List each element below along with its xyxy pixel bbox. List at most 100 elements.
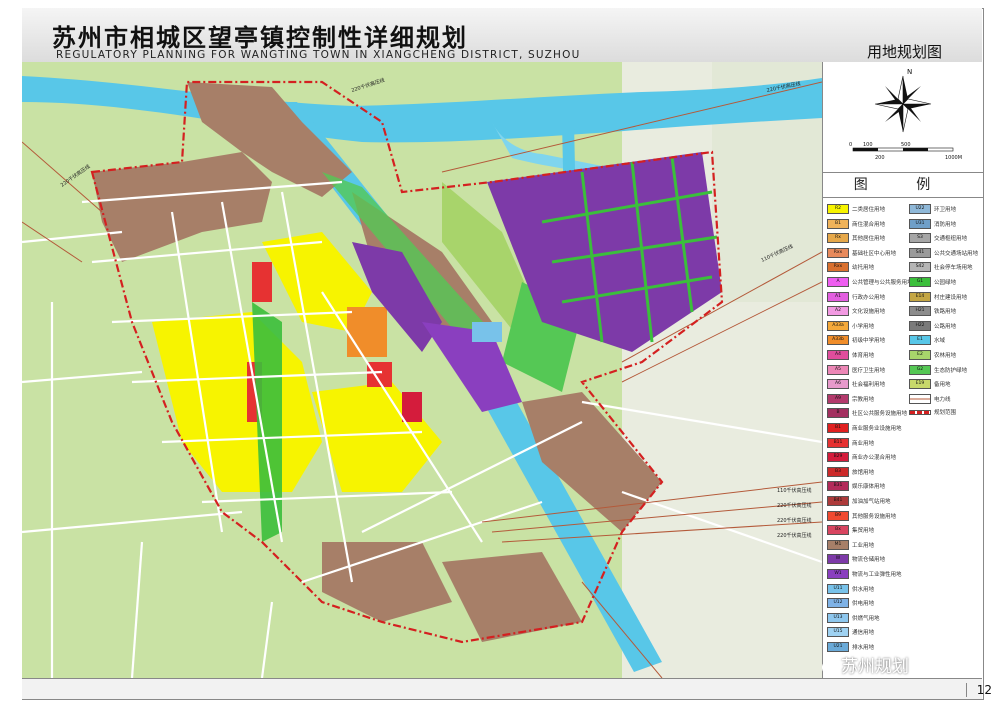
legend-swatch: B1 [827,218,849,229]
legend-item: Rxx 基础社区中心用地 [827,247,897,258]
legend-item: M1 工业用地 [827,539,875,550]
legend-item: B31 娱乐康体用地 [827,481,885,492]
legend-item: E14 村庄建设用地 [909,291,968,302]
legend-label: 公路用地 [934,323,957,330]
legend-item: Bx 集贸用地 [827,525,874,536]
legend-item: 电力线 [909,393,951,404]
legend-item: U11 供水用地 [827,583,875,594]
legend-label: 消防用地 [934,221,957,228]
commercial-strip [252,262,272,302]
scale-label-200: 200 [875,155,885,161]
legend-item: B29 商业办公混合用地 [827,452,896,463]
legend-item: B41 加油加气站用地 [827,496,891,506]
legend-item: G2 生态防护绿地 [909,364,968,375]
legend-item: A33a 小学用地 [827,320,874,331]
label-220kv-low3: 220千伏高压线 [777,532,812,539]
legend-item: A9 宗教用地 [827,393,875,404]
legend-swatch: S3 [909,233,931,244]
legend-item: A2 文化设施用地 [827,306,886,317]
legend-label: 商业用地 [852,440,875,447]
legend-label: 初级中学用地 [852,338,886,345]
compass-north-label: N [907,68,912,76]
legend-label: 文化设施用地 [852,309,886,316]
legend-label: 旅馆用地 [852,469,875,476]
scale-label-1000m: 1000M [945,155,962,161]
legend-swatch: S41 [909,247,931,258]
footer-bar [22,678,982,699]
legend-swatch: Bx [827,525,849,536]
legend-swatch: G2 [909,364,931,375]
legend-swatch: B41 [827,496,849,506]
legend-swatch: U12 [827,598,849,609]
land-use-map[interactable]: 220千伏高压线 220千伏高压线 220千伏高压线 110千伏高压线 110千… [22,62,822,678]
watermark: 苏州规划 [822,652,909,677]
legend-item: A5 医疗卫生用地 [827,364,886,375]
legend-swatch: E14 [909,291,931,302]
scale-bar: 0 100 500 200 1000M [849,142,962,161]
legend-swatch: E1 [909,335,931,346]
legend-swatch: A5 [827,364,849,375]
legend-swatch: U15 [827,627,849,638]
legend-label: 规划范围 [934,410,957,417]
legend-label: 其他服务设施用地 [852,513,897,520]
scale-label-100: 100 [863,142,873,148]
legend-label: 铁路用地 [934,309,957,316]
legend-label: 基础社区中心用地 [852,250,897,257]
legend-item: U15 通信用地 [827,627,874,638]
legend-item: W1 物流与工业弹性用地 [827,569,902,579]
legend-label: 环卫用地 [934,207,957,213]
legend-swatch: A4 [827,350,849,360]
legend-label: 物流仓储用地 [852,557,886,564]
legend-swatch: E2 [909,350,931,360]
legend-item: A4 体育用地 [827,350,874,360]
legend-item: B11 商业用地 [827,437,875,448]
legend-label: 电力线 [934,396,951,403]
legend-item: A6 社会福利用地 [827,379,886,390]
legend-swatch: E19 [909,379,931,390]
legend-label: 生态防护绿地 [934,367,968,374]
legend-swatch: G1 [909,277,931,287]
legend-label: 物流与工业弹性用地 [852,572,902,578]
legend-swatch: B1 [827,423,849,433]
legend-swatch: Rxx [827,247,849,258]
legend-swatch [909,393,931,404]
legend-label: 工业用地 [852,542,875,549]
label-110kv-low: 110千伏高压线 [777,487,812,494]
legend-swatch: A9 [827,393,849,404]
legend-label: 医疗卫生用地 [852,367,886,374]
legend-swatch: B3 [827,466,849,477]
legend-item: H21 铁路用地 [909,306,957,317]
legend-item: E1 水域 [909,335,945,346]
legend-swatch: B11 [827,437,849,448]
legend-item: U21 排水用地 [827,642,874,652]
scale-label-0: 0 [849,142,852,148]
legend-swatch: A [827,277,849,287]
legend-item: Rx 其他居住用地 [827,233,885,244]
legend-item: A1 行政办公用地 [827,291,885,302]
legend-swatch: B29 [827,452,849,463]
commercial-block-2 [402,392,422,422]
legend-label: 体育用地 [852,353,875,359]
legend-label: 村庄建设用地 [934,294,968,301]
legend-item: B 社区公共服务设施用地 [827,408,907,419]
legend-label: 宗教用地 [852,396,875,403]
legend-swatch: R2 [827,204,849,214]
legend-label: 公共交通场站用地 [934,250,979,257]
legend-item: A33b 初级中学用地 [827,335,886,346]
legend-swatch: M1 [827,539,849,550]
legend-label: 社会福利用地 [852,382,886,389]
page-number: 12 [965,683,992,697]
legend-label: 交通枢纽用地 [934,236,968,243]
legend-item: B1 商住混合用地 [827,218,885,229]
legend-swatch: A33b [827,335,849,346]
legend-label: 供水用地 [852,586,875,593]
utility-site [472,322,502,342]
page-title: 苏州市相城区望亭镇控制性详细规划 [52,23,468,52]
legend-swatch: U21 [827,642,849,652]
legend-item: A 公共管理与公共服务用地 [827,277,913,287]
legend-item: W 物流仓储用地 [827,554,886,565]
compass-block: N 0 100 500 200 1000M [823,62,983,173]
legend-swatch: Rx [827,233,849,244]
legend-item: B3 旅馆用地 [827,466,875,477]
legend-swatch: S42 [909,262,931,273]
